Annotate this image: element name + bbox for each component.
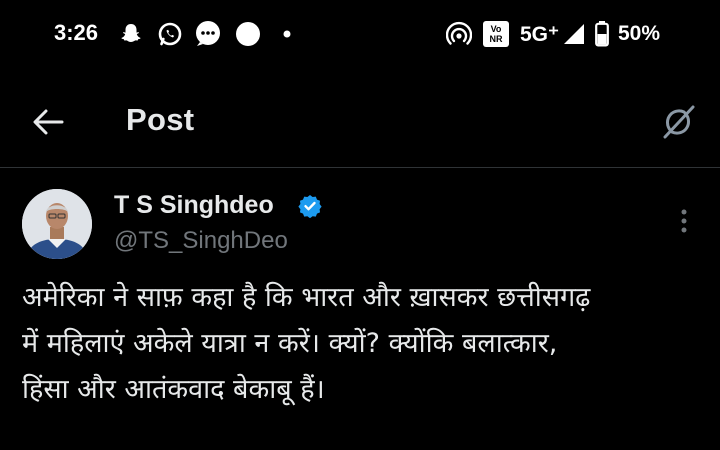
arrow-left-icon xyxy=(33,109,64,135)
circle-icon xyxy=(234,20,262,48)
whatsapp-icon xyxy=(156,20,184,48)
status-time: 3:26 xyxy=(54,20,99,45)
more-options-button[interactable] xyxy=(668,205,700,237)
snapchat-icon xyxy=(118,20,144,48)
verified-badge-icon xyxy=(298,194,322,219)
post-text-line: अमेरिका ने साफ़ कहा है कि भारत और ख़ासकर… xyxy=(22,282,591,313)
messages-icon xyxy=(194,20,222,48)
grok-icon xyxy=(663,105,695,139)
dot-icon xyxy=(280,20,294,48)
page-title: Post xyxy=(126,102,195,137)
post-text-line: में महिलाएं अकेले यात्रा न करें। क्यों? … xyxy=(22,328,558,359)
signal-icon xyxy=(562,20,586,48)
post: T S Singhdeo @TS_SinghDeo अमेरिका ने साफ… xyxy=(0,169,720,450)
grok-button[interactable] xyxy=(656,100,700,144)
post-text-line: हिंसा और आतंकवाद बेकाबू हैं। xyxy=(22,374,325,405)
more-vertical-icon xyxy=(681,209,687,233)
author-name[interactable]: T S Singhdeo xyxy=(114,191,274,220)
hotspot-icon xyxy=(446,20,472,48)
network-type: 5G⁺ xyxy=(520,23,560,46)
status-bar: 3:26 Vo NR 5G⁺ 50% xyxy=(0,0,720,72)
post-text: अमेरिका ने साफ़ कहा है कि भारत और ख़ासकर… xyxy=(22,275,698,413)
author-handle[interactable]: @TS_SinghDeo xyxy=(114,227,288,255)
avatar[interactable] xyxy=(22,189,92,259)
battery-icon xyxy=(594,20,610,48)
battery-percent: 50% xyxy=(618,22,661,45)
back-button[interactable] xyxy=(28,102,68,142)
volte-icon: Vo NR xyxy=(482,20,510,48)
top-app-bar: Post xyxy=(0,72,720,168)
